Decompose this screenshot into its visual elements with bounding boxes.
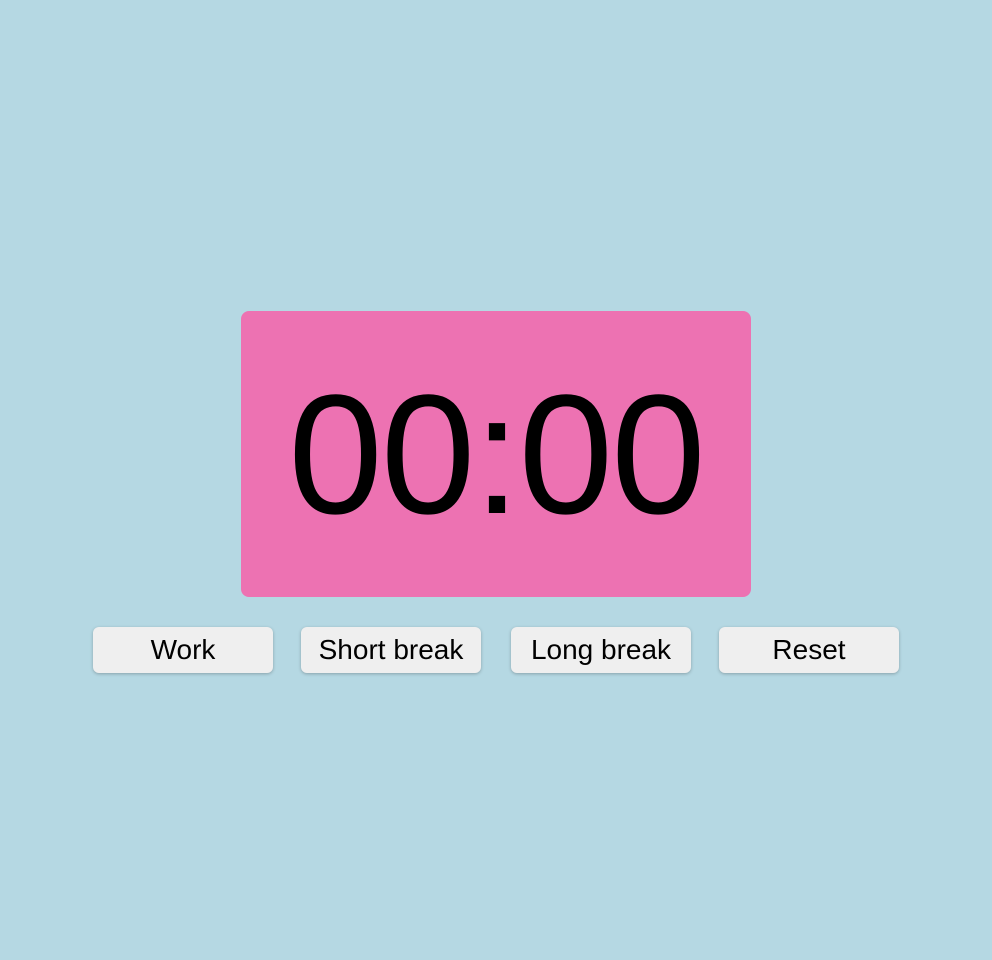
pomodoro-app: 00:00 Work Short break Long break Reset — [0, 0, 992, 960]
timer-display: 00:00 — [241, 311, 751, 597]
timer-readout: 00:00 — [288, 360, 705, 550]
timer-controls: Work Short break Long break Reset — [93, 627, 899, 673]
work-button[interactable]: Work — [93, 627, 273, 673]
reset-button[interactable]: Reset — [719, 627, 899, 673]
short-break-button[interactable]: Short break — [301, 627, 481, 673]
long-break-button[interactable]: Long break — [511, 627, 691, 673]
